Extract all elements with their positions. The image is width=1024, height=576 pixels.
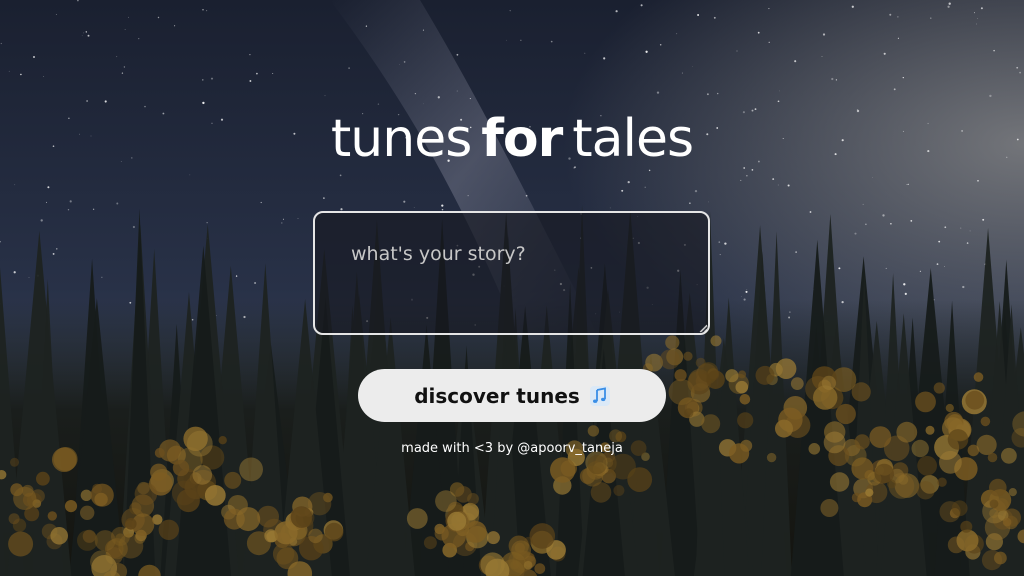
main-content: tunesfortales discover tunes made with <… [0,0,1024,576]
story-input[interactable] [313,211,710,335]
title-part-tunes: tunes [330,109,472,169]
music-notes-icon [589,385,610,406]
title-part-for: for [481,109,563,169]
app-title: tunes for tales [0,104,1024,174]
discover-tunes-label: discover tunes [414,383,580,408]
footer-credit: made with <3 by @apoorv_taneja [401,441,623,456]
title-part-tales: tales [572,109,694,169]
discover-tunes-button[interactable]: discover tunes [358,369,666,422]
